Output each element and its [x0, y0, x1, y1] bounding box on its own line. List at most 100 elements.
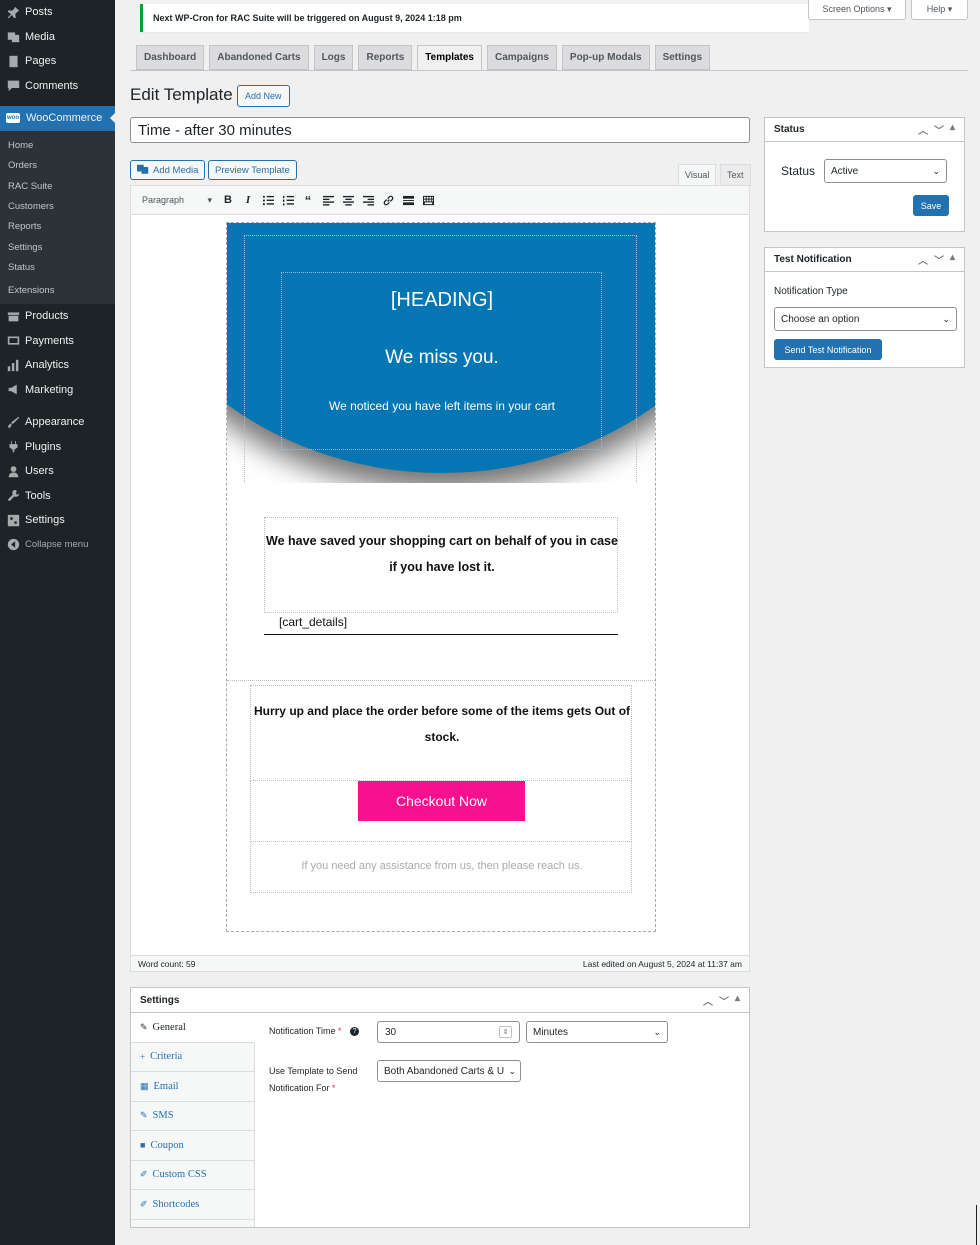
status-box: Status ︿ ﹀ ▴ Status Active ⌄ Save — [764, 117, 965, 232]
align-left-icon[interactable] — [318, 190, 338, 210]
checkout-now-button[interactable]: Checkout Now — [358, 781, 525, 821]
sidebar-item-appearance[interactable]: Appearance — [0, 410, 115, 435]
send-test-notification-button[interactable]: Send Test Notification — [774, 339, 882, 360]
save-button[interactable]: Save — [913, 195, 949, 216]
chevron-down-icon: ⌄ — [653, 1026, 661, 1037]
section-divider — [227, 680, 655, 681]
woocommerce-icon: woo — [6, 113, 20, 124]
sidebar-item-pages[interactable]: Pages — [0, 49, 115, 74]
help-button[interactable]: Help ▾ — [911, 0, 968, 20]
submenu-home[interactable]: Home — [0, 136, 115, 156]
tab-text[interactable]: Text — [720, 164, 751, 186]
toggle-panel-icon[interactable]: ▴ — [735, 993, 740, 1008]
time-unit-select[interactable]: Minutes ⌄ — [526, 1021, 668, 1043]
tab-templates[interactable]: Templates — [417, 45, 482, 70]
chevron-up-icon[interactable]: ︿ — [918, 122, 928, 137]
tab-logs[interactable]: Logs — [313, 45, 354, 70]
settings-tab-coupon[interactable]: ■ Coupon — [131, 1131, 254, 1161]
sidebar-item-tools[interactable]: Tools — [0, 483, 115, 508]
email-template-canvas[interactable]: [HEADING] We miss you. We noticed you ha… — [226, 222, 656, 932]
chevron-down-icon[interactable]: ﹀ — [719, 993, 729, 1008]
sidebar-item-posts[interactable]: Posts — [0, 0, 115, 25]
submenu-customers[interactable]: Customers — [0, 196, 115, 216]
add-media-button[interactable]: Add Media — [130, 160, 206, 180]
woocommerce-submenu: Home Orders RAC Suite Customers Reports … — [0, 130, 115, 304]
screen-options-button[interactable]: Screen Options ▾ — [808, 0, 906, 20]
settings-tab-general[interactable]: ✎ General — [131, 1013, 255, 1043]
page-title: Edit Template — [130, 85, 233, 104]
notification-type-select[interactable]: Choose an option ⌄ — [774, 307, 957, 331]
sidebar-item-products[interactable]: Products — [0, 304, 115, 329]
sidebar-item-label: Media — [25, 30, 55, 43]
chevron-up-icon[interactable]: ︿ — [918, 252, 928, 267]
sms-icon: ✎ — [140, 1110, 148, 1121]
sidebar-item-label: Tools — [25, 489, 51, 502]
sidebar-item-label: Marketing — [25, 383, 74, 396]
template-title-input[interactable]: Time - after 30 minutes — [130, 117, 750, 143]
align-right-icon[interactable] — [358, 190, 378, 210]
bullet-list-icon[interactable] — [258, 190, 278, 210]
products-icon — [6, 309, 20, 323]
sidebar-item-users[interactable]: Users — [0, 459, 115, 484]
submenu-orders[interactable]: Orders — [0, 156, 115, 176]
submenu-settings[interactable]: Settings — [0, 237, 115, 257]
sidebar-item-payments[interactable]: Payments — [0, 328, 115, 353]
add-new-button[interactable]: Add New — [237, 85, 290, 107]
preview-template-button[interactable]: Preview Template — [208, 160, 297, 180]
sidebar-item-media[interactable]: Media — [0, 25, 115, 50]
align-center-icon[interactable] — [338, 190, 358, 210]
use-template-select[interactable]: Both Abandoned Carts & U ⌄ — [377, 1060, 521, 1082]
chevron-down-icon[interactable]: ﹀ — [934, 122, 944, 137]
tab-settings[interactable]: Settings — [654, 45, 711, 70]
chevron-down-icon[interactable]: ﹀ — [934, 252, 944, 267]
link-icon[interactable] — [378, 190, 398, 210]
tab-abandoned-carts[interactable]: Abandoned Carts — [209, 45, 309, 70]
settings-tab-label: Custom CSS — [152, 1169, 207, 1181]
settings-tab-label: SMS — [152, 1110, 174, 1122]
settings-tab-custom-css[interactable]: ✐ Custom CSS — [131, 1161, 254, 1190]
settings-tab-shortcodes[interactable]: ✐ Shortcodes — [131, 1190, 254, 1220]
help-tip-icon[interactable]: ? — [350, 1027, 360, 1037]
sidebar-item-label: Products — [25, 310, 69, 323]
toolbar-toggle-icon[interactable] — [418, 190, 438, 210]
format-select[interactable]: Paragraph ▾ — [136, 191, 216, 209]
tab-reports[interactable]: Reports — [358, 45, 413, 70]
tab-dashboard[interactable]: Dashboard — [136, 45, 205, 70]
tab-popup-modals[interactable]: Pop-up Modals — [561, 45, 650, 70]
saved-cart-text: We have saved your shopping cart on beha… — [266, 534, 618, 574]
status-select[interactable]: Active ⌄ — [824, 159, 947, 183]
chevron-up-icon[interactable]: ︿ — [703, 993, 713, 1008]
numbered-list-icon[interactable] — [278, 190, 298, 210]
sidebar-item-plugins[interactable]: Plugins — [0, 434, 115, 459]
admin-sidebar: Posts Media Pages Comments woo WooCommer… — [0, 0, 115, 1245]
blockquote-icon[interactable]: “ — [298, 190, 318, 210]
settings-tab-label: Shortcodes — [152, 1198, 200, 1210]
bold-icon[interactable]: B — [218, 190, 238, 210]
window-resize-handle[interactable] — [976, 1205, 977, 1245]
sidebar-item-marketing[interactable]: Marketing — [0, 377, 115, 402]
submenu-reports[interactable]: Reports — [0, 217, 115, 237]
italic-icon[interactable]: I — [238, 190, 258, 210]
submenu-extensions[interactable]: Extensions — [0, 281, 115, 301]
sidebar-item-settings[interactable]: Settings — [0, 508, 115, 533]
settings-tab-sms[interactable]: ✎ SMS — [131, 1102, 254, 1131]
submenu-rac-suite[interactable]: RAC Suite — [0, 176, 115, 196]
sidebar-item-woocommerce[interactable]: woo WooCommerce — [0, 106, 115, 131]
number-spinner-icon[interactable]: ⇕ — [499, 1026, 512, 1038]
notification-type-value: Choose an option — [781, 313, 860, 325]
read-more-icon[interactable] — [398, 190, 418, 210]
sidebar-item-comments[interactable]: Comments — [0, 74, 115, 99]
sidebar-item-label: Users — [25, 465, 54, 478]
submenu-status[interactable]: Status — [0, 257, 115, 277]
sidebar-item-analytics[interactable]: Analytics — [0, 353, 115, 378]
tab-campaigns[interactable]: Campaigns — [487, 45, 557, 70]
toggle-panel-icon[interactable]: ▴ — [950, 252, 955, 267]
toggle-panel-icon[interactable]: ▴ — [950, 122, 955, 137]
notification-time-input[interactable]: 30 ⇕ — [377, 1021, 520, 1043]
collapse-menu-button[interactable]: Collapse menu — [0, 532, 115, 557]
box-controls: ︿ ﹀ ▴ — [703, 993, 740, 1008]
menu-separator — [0, 402, 115, 410]
settings-tab-criteria[interactable]: + Criteria — [131, 1043, 254, 1072]
tab-visual[interactable]: Visual — [678, 164, 717, 186]
settings-tab-email[interactable]: ▦ Email — [131, 1072, 254, 1102]
